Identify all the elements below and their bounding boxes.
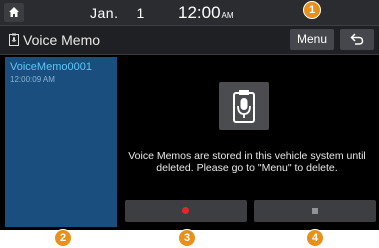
status-bar: Jan. 1 12:00AM <box>0 0 379 26</box>
callout-4: 4 <box>306 229 324 247</box>
storage-notice: Voice Memos are stored in this vehicle s… <box>128 150 366 174</box>
date-display: Jan. 1 <box>90 5 145 21</box>
title-bar: Voice Memo Menu <box>0 26 379 55</box>
clock-time: 12:00 <box>178 3 221 22</box>
date-day: 1 <box>136 5 145 21</box>
stop-icon <box>312 208 318 214</box>
date-month: Jan. <box>90 5 119 21</box>
page-title: Voice Memo <box>23 32 101 48</box>
callout-1: 1 <box>303 1 321 19</box>
memo-time: 12:00:09 AM <box>10 75 55 84</box>
microphone-illustration <box>219 82 269 130</box>
stop-button[interactable] <box>254 200 376 222</box>
clock: 12:00AM <box>178 3 234 23</box>
back-icon <box>350 33 364 45</box>
clock-ampm: AM <box>221 11 234 20</box>
callout-3: 3 <box>178 229 196 247</box>
callout-2: 2 <box>54 229 72 247</box>
memo-list[interactable]: VoiceMemo0001 12:00:09 AM <box>5 57 117 227</box>
head-unit-screen: Jan. 1 12:00AM Voice Memo Menu VoiceMemo0… <box>0 0 379 230</box>
back-button[interactable] <box>340 29 374 50</box>
voice-memo-icon <box>9 33 19 46</box>
memo-name: VoiceMemo0001 <box>10 61 92 73</box>
memo-list-item[interactable]: VoiceMemo0001 12:00:09 AM <box>5 57 117 89</box>
home-button[interactable] <box>4 3 24 22</box>
record-icon <box>182 207 189 214</box>
home-icon <box>9 7 19 17</box>
microphone-icon <box>233 90 255 123</box>
record-button[interactable] <box>125 200 247 222</box>
menu-button[interactable]: Menu <box>290 29 334 50</box>
